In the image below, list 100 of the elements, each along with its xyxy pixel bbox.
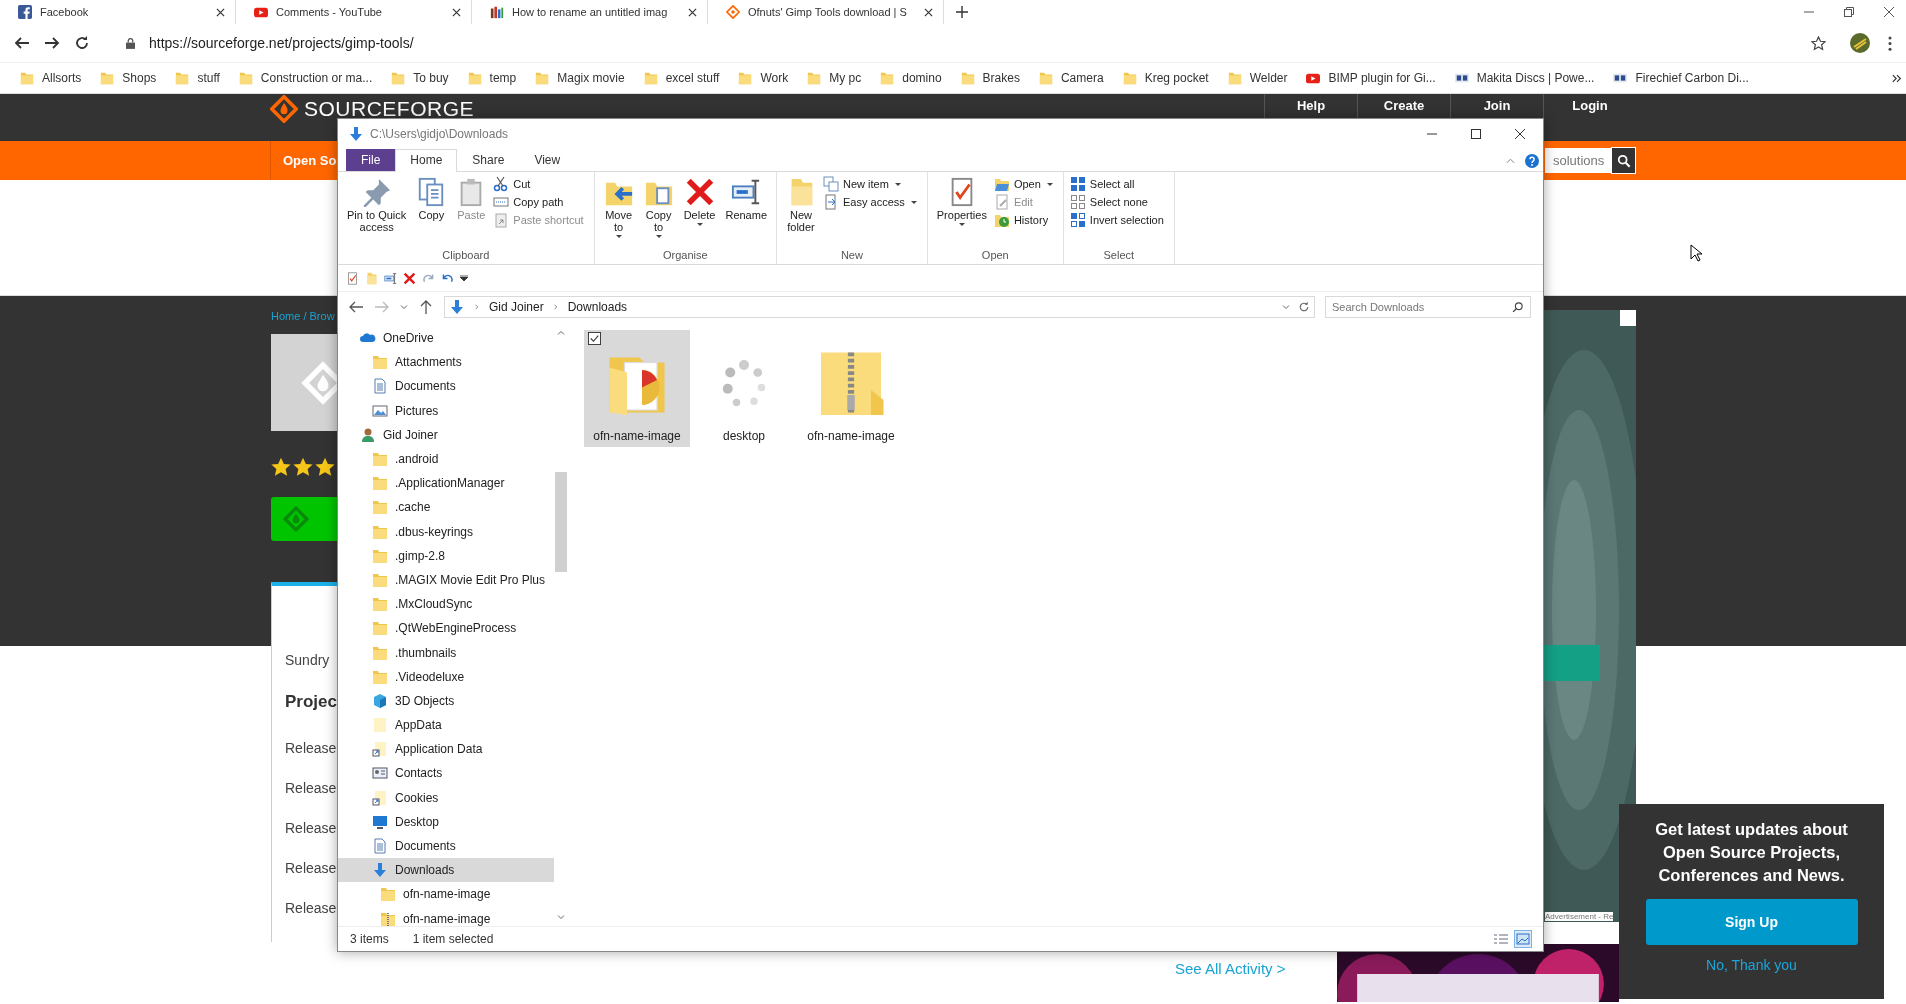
url-field[interactable]: https://sourceforge.net/projects/gimp-tools/ [149, 35, 1811, 51]
nav-item[interactable]: Contacts [338, 761, 554, 786]
refresh-icon[interactable] [1298, 301, 1310, 313]
delete-icon[interactable] [403, 271, 416, 285]
nav-item[interactable]: .QtWebEngineProcess [338, 616, 554, 641]
close-icon[interactable] [1515, 129, 1525, 139]
large-icons-view-icon[interactable] [1515, 931, 1531, 947]
ribbon-button[interactable]: Move to [600, 175, 637, 249]
search-field[interactable]: Search Downloads [1325, 296, 1531, 318]
nav-item[interactable]: Gid Joiner [338, 422, 554, 447]
path-segment[interactable]: Downloads [567, 300, 628, 314]
bookmark[interactable]: domino [880, 71, 942, 85]
nav-item[interactable]: Application Data [338, 737, 554, 762]
nav-item[interactable]: Cookies [338, 785, 554, 810]
ribbon-button[interactable]: History [993, 212, 1057, 228]
nav-item[interactable]: .ApplicationManager [338, 471, 554, 496]
bookmark[interactable]: Shops [100, 71, 157, 85]
file-item[interactable]: ofn-name-image [798, 330, 904, 447]
nav-item[interactable]: .dbus-keyrings [338, 519, 554, 544]
bookmark[interactable]: Welder [1227, 71, 1288, 85]
bookmark[interactable]: stuff [175, 71, 220, 85]
ribbon-button[interactable]: Cut [493, 176, 588, 192]
ribbon-tab[interactable]: Home [395, 149, 458, 172]
bookmark[interactable]: BIMP plugin for Gi... [1306, 71, 1436, 85]
bookmark[interactable]: Construction or ma... [238, 71, 373, 85]
ribbon-button[interactable]: New folder [783, 175, 819, 249]
nav-item[interactable]: Documents [338, 833, 554, 859]
breadcrumb[interactable]: Home / Brow [271, 310, 337, 334]
bookmark[interactable]: Kreg pocket [1122, 71, 1209, 85]
nav-item[interactable]: .MAGIX Movie Edit Pro Plus [338, 567, 554, 593]
scrollbar-thumb[interactable] [555, 472, 567, 572]
back-icon[interactable] [348, 299, 364, 315]
ribbon-button[interactable]: New item [823, 176, 921, 192]
close-icon[interactable] [1884, 7, 1894, 17]
nav-item[interactable]: Attachments [338, 350, 554, 375]
ribbon-tab[interactable]: View [519, 149, 576, 171]
browser-tab[interactable]: Comments - YouTube [236, 0, 472, 24]
maximize-icon[interactable] [1471, 129, 1481, 139]
text-box-icon[interactable] [384, 271, 397, 285]
ribbon-button[interactable]: Select all [1069, 176, 1168, 192]
nav-link[interactable]: Join [1483, 98, 1511, 114]
bookmark[interactable]: Allsorts [20, 71, 82, 85]
back-icon[interactable] [14, 35, 30, 51]
nav-link[interactable]: Login [1572, 98, 1608, 114]
browser-tab[interactable]: Ofnuts' Gimp Tools download | S [708, 0, 944, 24]
up-icon[interactable] [418, 299, 434, 315]
ribbon-button[interactable]: Easy access [823, 194, 921, 210]
reload-icon[interactable] [74, 35, 90, 51]
nav-item[interactable]: Pictures [338, 398, 554, 423]
logo-icon[interactable] [270, 95, 298, 123]
browser-tab[interactable]: Facebook [0, 0, 236, 24]
ribbon-button[interactable]: Select none [1069, 194, 1168, 210]
checklist-icon[interactable] [346, 271, 359, 285]
bookmark[interactable]: Firechief Carbon Di... [1613, 71, 1749, 85]
nav-item[interactable]: .thumbnails [338, 640, 554, 665]
nav-item[interactable]: .MxCloudSync [338, 592, 554, 617]
ribbon-button[interactable]: Delete [680, 175, 719, 249]
bookmark[interactable]: Makita Discs | Powe... [1454, 71, 1595, 85]
nav-item[interactable]: .Videodeluxe [338, 664, 554, 689]
nav-item[interactable]: .gimp-2.8 [338, 543, 554, 568]
file-item[interactable]: desktop [691, 330, 797, 447]
avatar-icon[interactable] [1850, 33, 1870, 53]
ribbon-button[interactable]: Copy to [640, 175, 677, 249]
close-icon[interactable] [452, 7, 461, 17]
nav-item[interactable]: AppData [338, 713, 554, 738]
nav-item[interactable]: .android [338, 446, 554, 472]
nav-item[interactable]: ofn-name-image [338, 882, 554, 907]
nav-item[interactable]: OneDrive [338, 326, 554, 351]
undo-icon[interactable] [441, 271, 454, 285]
ribbon-tab[interactable]: File [346, 149, 396, 171]
ribbon-button[interactable]: Copy path [493, 194, 588, 210]
search-field[interactable]: solutions [1545, 148, 1611, 173]
close-icon[interactable] [924, 7, 933, 17]
logo-text[interactable]: SOURCEFORGE [304, 97, 474, 121]
path-segment[interactable]: Gid Joiner [489, 300, 544, 314]
address-field[interactable]: Gid Joiner Downloads [444, 296, 1315, 318]
dismiss-link[interactable]: No, Thank you [1706, 957, 1797, 973]
bookmark[interactable]: My pc [807, 71, 862, 85]
browser-tab[interactable]: How to rename an untitled imag [472, 0, 708, 24]
ribbon-button[interactable]: Pin to Quick access [344, 175, 410, 249]
close-icon[interactable] [216, 7, 225, 17]
nav-item[interactable]: Documents [338, 374, 554, 399]
nav-item[interactable]: .cache [338, 495, 554, 520]
restore-icon[interactable] [1844, 7, 1854, 17]
nav-item[interactable]: 3D Objects [338, 688, 554, 713]
search-button[interactable] [1611, 147, 1636, 174]
nav-item[interactable]: Desktop [338, 809, 554, 834]
nav-link[interactable]: Help [1296, 98, 1326, 114]
ribbon-tab[interactable]: Share [457, 149, 520, 171]
menu-icon[interactable] [1888, 35, 1892, 51]
bookmark[interactable]: excel stuff [643, 71, 720, 85]
star-icon[interactable] [1811, 35, 1826, 51]
bookmark[interactable]: temp [467, 71, 517, 85]
file-item[interactable]: ofn-name-image [584, 330, 690, 447]
bookmark[interactable]: Magix movie [535, 71, 625, 85]
ribbon-button[interactable]: Copy [413, 175, 450, 249]
forward-icon[interactable] [44, 35, 60, 51]
ribbon-button[interactable]: Properties [933, 175, 990, 249]
bookmark[interactable]: Camera [1038, 71, 1104, 85]
nav-item[interactable]: ofn-name-image [338, 906, 554, 931]
